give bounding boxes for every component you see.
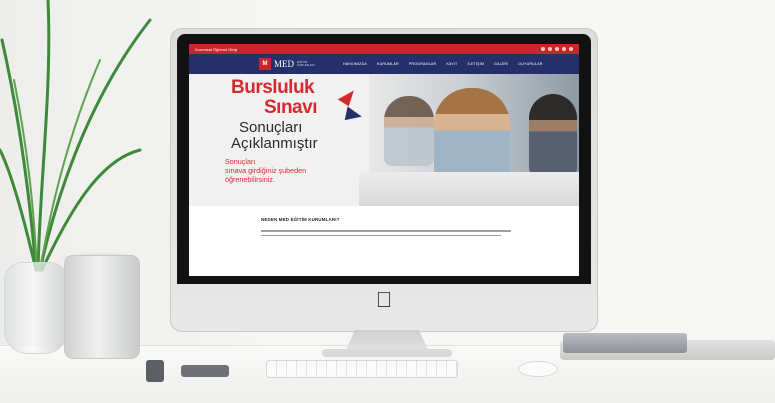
nav-item-programs[interactable]: PROGRAMLAR [409,62,437,66]
text-line [261,234,501,236]
hero-subtitle-line2: Açıklanmıştır [231,135,318,152]
social-icons [541,47,573,51]
hero-note-line2: sınava girdiğiniz şubeden [225,166,307,175]
hero-note: Sonuçları sınava girdiğiniz şubeden öğre… [225,157,306,184]
youtube-icon[interactable] [562,47,566,51]
nav-item-about[interactable]: HAKKIMIZDA [343,62,367,66]
speaker [64,255,140,359]
tablet [563,333,687,353]
student-figure [434,88,510,180]
hero-note-line1: Sonuçları [225,157,256,166]
apple-logo-icon:  [372,287,396,313]
nav-item-contact[interactable]: İLETİŞİM [467,62,484,66]
text-line [261,230,511,232]
imac-monitor:  Kurumsal Öğrenci Girişi M MED EĞİTİM K… [170,28,598,332]
facebook-icon[interactable] [541,47,545,51]
hero-banner[interactable]: Bursluluk Sınavı Sonuçları Açıklanmıştır… [189,74,579,206]
red-arrow-icon [337,85,358,107]
usb-hub [181,365,229,377]
brand-name: MED [274,59,294,69]
mouse [518,361,558,377]
nav-item-registration[interactable]: KAYIT [446,62,457,66]
nav-item-announcements[interactable]: DUYURULAR [518,62,542,66]
navy-arrow-icon [344,106,364,124]
content-section: NEDEN MED EĞİTİM KURUMLARI? [189,206,579,236]
section-paragraph [261,230,511,236]
classroom-desk [359,172,579,206]
linkedin-icon[interactable] [569,47,573,51]
website-screen: Kurumsal Öğrenci Girişi M MED EĞİTİM KUR… [189,44,579,276]
hero-subtitle-line1: Sonuçları [239,119,303,136]
brand-mark-icon: M [259,58,271,70]
smartwatch [146,360,164,382]
hero-title-line1: Bursluluk [231,77,315,98]
twitter-icon[interactable] [548,47,552,51]
keyboard [266,360,458,378]
topbar-links[interactable]: Kurumsal Öğrenci Girişi [195,47,237,52]
student-figure [384,96,434,166]
top-utility-bar: Kurumsal Öğrenci Girişi [189,44,579,54]
hero-title-line2: Sınavı [264,97,317,118]
hero-headline: Bursluluk Sınavı Sonuçları Açıklanmıştır [231,78,318,152]
hero-note-line3: öğrenebilirsiniz. [225,175,275,184]
student-figure [529,94,577,176]
instagram-icon[interactable] [555,47,559,51]
nav-item-institutions[interactable]: KURUMLAR [377,62,399,66]
monitor-stand-foot [322,349,452,357]
brand-logo[interactable]: M MED EĞİTİM KURUMLARI [259,58,325,70]
main-navigation: M MED EĞİTİM KURUMLARI HAKKIMIZDA KURUML… [189,54,579,74]
brand-subtitle: EĞİTİM KURUMLARI [297,59,315,67]
section-title: NEDEN MED EĞİTİM KURUMLARI? [261,217,340,222]
nav-item-gallery[interactable]: GALERİ [494,62,508,66]
glass-vase [4,262,68,354]
